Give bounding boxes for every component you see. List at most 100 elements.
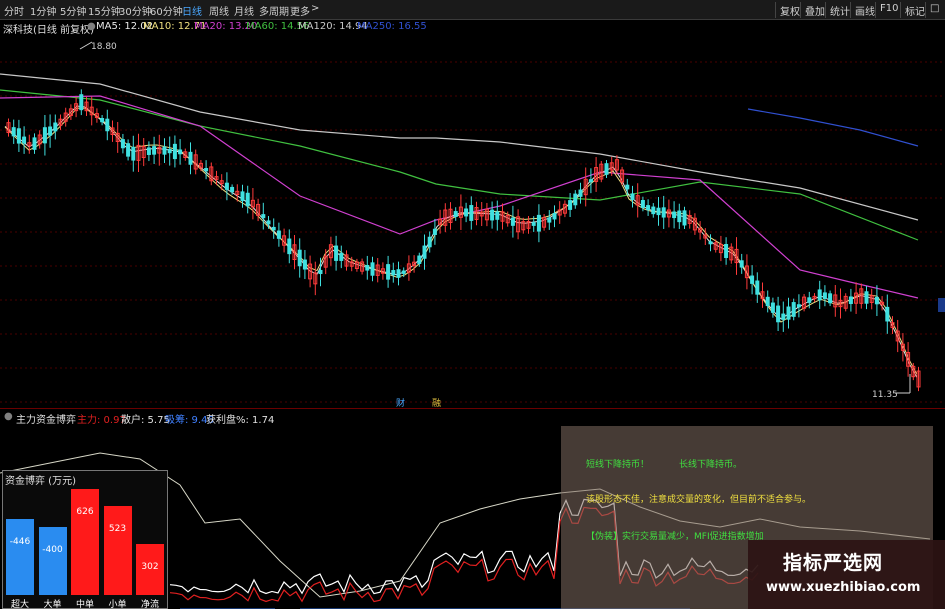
candle-body — [817, 289, 822, 301]
candle-body — [48, 126, 53, 136]
candle-body — [510, 217, 515, 226]
candle-body — [531, 222, 536, 226]
candlestick-chart[interactable]: 18.80 11.35 财 融 — [0, 34, 945, 408]
candle-body — [755, 280, 760, 295]
capital-bar — [71, 489, 99, 595]
candle-body — [245, 192, 250, 207]
candle-body — [276, 230, 281, 239]
long-term-signal: 长线下降持币。 — [679, 460, 743, 470]
candle-body — [791, 302, 796, 317]
period-tab-2[interactable]: 1分钟 — [30, 3, 56, 18]
candle-body — [630, 193, 635, 200]
candle-body — [100, 117, 105, 123]
ma250-label: MA250: 16.55 — [357, 21, 427, 32]
candle-body — [391, 270, 396, 276]
candle-body — [625, 184, 630, 190]
capital-bar-value: -400 — [42, 545, 63, 556]
candle-body — [828, 293, 833, 304]
candle-body — [224, 182, 229, 190]
candle-body — [204, 168, 209, 172]
candle-body — [271, 226, 276, 231]
watermark-url: www.xuezhibiao.com — [766, 580, 921, 595]
candle-body — [573, 193, 578, 206]
candle-body — [42, 127, 47, 144]
capital-bar-value: -446 — [9, 537, 31, 548]
candle-body — [770, 302, 775, 313]
chart-grid — [0, 61, 945, 403]
candle-body — [874, 296, 879, 305]
ma-line — [747, 108, 919, 147]
period-tab-11[interactable]: 更多 — [290, 3, 310, 18]
candle-body — [261, 214, 266, 219]
candle-body — [661, 207, 666, 218]
candle-body — [604, 163, 609, 175]
short-term-signal: 短线下降持币！ — [586, 460, 650, 470]
capital-bar-label: 大单 — [43, 600, 62, 609]
candle-body — [401, 270, 406, 274]
candle-body — [178, 149, 183, 155]
capital-bar-value: 626 — [76, 507, 94, 517]
candle-body — [765, 296, 770, 307]
candle-body — [318, 269, 323, 275]
candle-body — [146, 147, 151, 155]
candles — [6, 89, 921, 392]
finance-event-label[interactable]: 财 — [396, 397, 405, 408]
candle-body — [386, 264, 391, 280]
candle-body — [646, 205, 651, 211]
expand-icon[interactable]: □ — [925, 2, 943, 18]
candle-body — [422, 245, 427, 259]
period-tab-3[interactable]: 5分钟 — [60, 3, 86, 18]
chevron-right-icon[interactable]: > — [311, 3, 319, 14]
candle-body — [547, 217, 552, 223]
candle-body — [230, 186, 235, 193]
candle-body — [464, 208, 469, 217]
candle-body — [568, 200, 573, 210]
period-tab-7[interactable]: 日线 — [182, 3, 202, 18]
candle-body — [578, 189, 583, 197]
candle-body — [188, 151, 193, 165]
capital-bar-label: 超大 — [10, 600, 29, 609]
candle-body — [22, 136, 27, 144]
candle-body — [656, 207, 661, 216]
watermark-title: 指标严选网 — [783, 552, 884, 574]
candle-body — [172, 143, 177, 160]
candle-body — [708, 241, 713, 245]
period-tab-10[interactable]: 多周期 — [259, 3, 289, 18]
candle-body — [131, 146, 136, 161]
moving-average-lines — [0, 73, 919, 378]
candle-body — [672, 211, 677, 219]
candle-body — [152, 146, 157, 155]
candle-body — [266, 220, 271, 225]
period-tab-6[interactable]: 60分钟 — [150, 3, 183, 18]
f10-button[interactable]: F10 — [875, 2, 902, 18]
candle-body — [334, 245, 339, 261]
capital-game-panel: 资金博弈 (万元) -446 超大 -400 大单 626 中单 523 小单 302 净流 — [2, 470, 168, 609]
candle-body — [126, 143, 131, 157]
candle-body — [885, 306, 890, 322]
period-tab-1[interactable]: 分时 — [4, 3, 24, 18]
candle-body — [640, 200, 645, 208]
candle-body — [469, 205, 474, 221]
margin-event-label[interactable]: 融 — [432, 398, 441, 408]
candle-body — [370, 262, 375, 276]
candle-body — [11, 127, 16, 137]
candle-body — [724, 244, 729, 259]
scroll-handle[interactable] — [938, 298, 945, 312]
period-tab-8[interactable]: 周线 — [209, 3, 229, 18]
capital-bar-label: 小单 — [108, 600, 127, 609]
capital-bar-label: 净流 — [140, 600, 159, 609]
candle-body — [302, 259, 307, 270]
candle-body — [339, 252, 344, 261]
candle-body — [365, 265, 370, 271]
capital-bar-value: 523 — [108, 524, 127, 535]
candle-body — [287, 238, 292, 255]
period-tab-4[interactable]: 15分钟 — [88, 3, 121, 18]
period-tab-5[interactable]: 30分钟 — [119, 3, 152, 18]
settings-icon[interactable]: ● — [87, 21, 96, 32]
candle-body — [427, 236, 432, 248]
capital-panel-title: 资金博弈 (万元) — [5, 476, 76, 487]
period-tab-9[interactable]: 月线 — [234, 3, 254, 18]
indicator-settings-icon[interactable]: ● — [4, 411, 13, 422]
signal-text: 【伪装】实行交易量减少，MFI促进指数增加 — [586, 532, 764, 542]
candle-body — [162, 146, 167, 155]
